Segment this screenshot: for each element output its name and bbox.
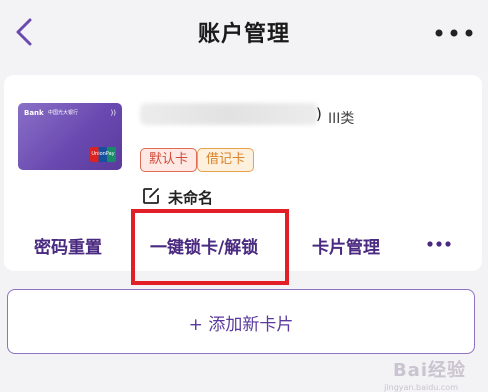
watermark: Bai经验 <box>392 360 466 381</box>
debit-card-badge: 借记卡 <box>197 148 255 172</box>
card-nickname[interactable]: 未命名 <box>168 187 213 208</box>
unionpay-logo: UnionPay <box>90 147 116 162</box>
bank-card-image[interactable]: Bank 中国光大银行 )) UnionPay <box>18 103 122 170</box>
highlight-box <box>131 209 289 285</box>
account-type: III类 <box>328 111 355 127</box>
more-actions-icon[interactable] <box>426 239 452 249</box>
account-number-tail: ) <box>316 105 322 123</box>
bank-card-logo: Bank <box>24 109 44 117</box>
default-card-badge: 默认卡 <box>140 148 198 172</box>
card-management-button[interactable]: 卡片管理 <box>312 233 380 258</box>
reset-password-button[interactable]: 密码重置 <box>34 233 102 258</box>
page-title: 账户管理 <box>197 22 290 47</box>
more-options-icon[interactable] <box>434 28 474 38</box>
watermark-url: jingyan.baidu.com <box>384 383 458 392</box>
add-card-label: + 添加新卡片 <box>188 315 294 335</box>
masked-account-number <box>140 103 318 125</box>
contactless-icon: )) <box>110 109 116 117</box>
top-bar: 账户管理 <box>0 0 488 62</box>
bank-card-bank-name: 中国光大银行 <box>48 110 79 116</box>
add-card-button[interactable]: + 添加新卡片 <box>7 289 475 354</box>
edit-icon[interactable] <box>142 187 160 205</box>
